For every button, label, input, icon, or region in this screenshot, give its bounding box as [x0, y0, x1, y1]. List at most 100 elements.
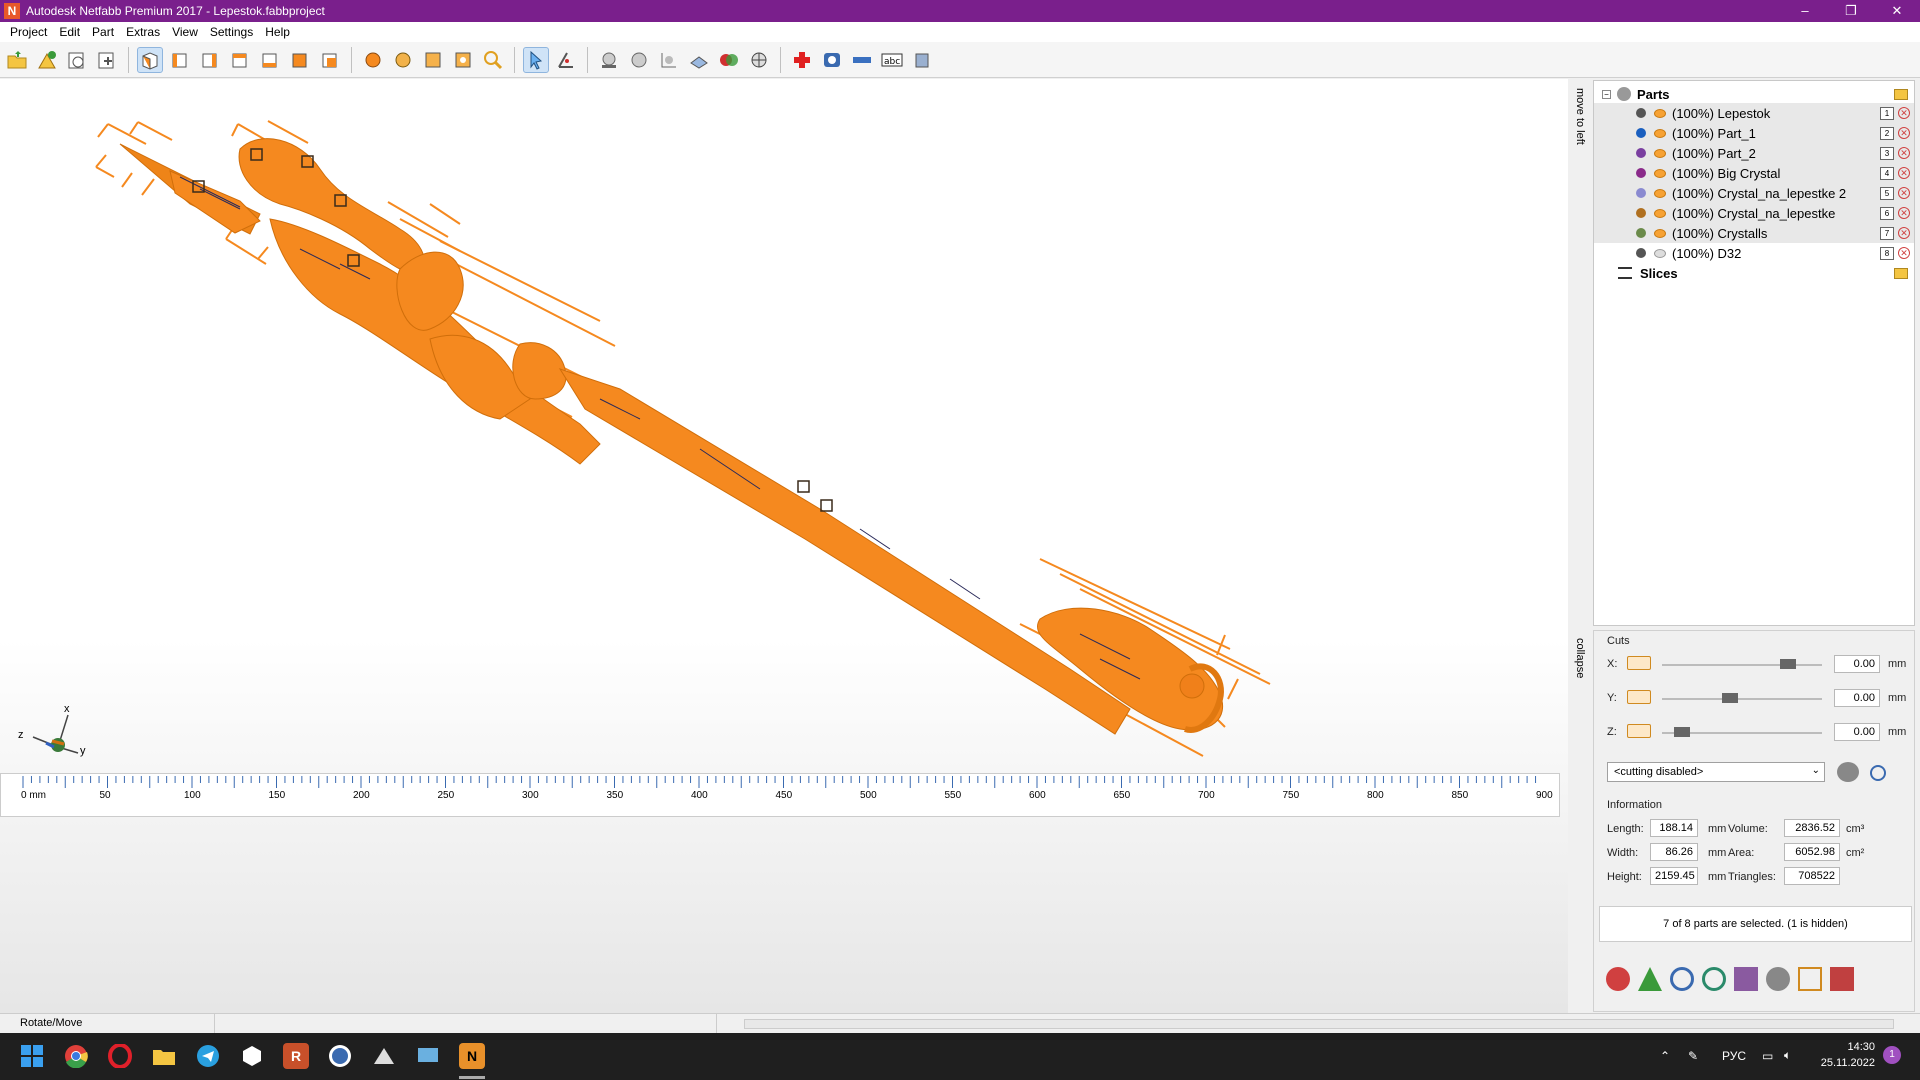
opera-icon[interactable] — [107, 1043, 133, 1069]
visibility-eye-icon[interactable] — [1654, 228, 1666, 238]
part-row-crystalls[interactable]: (100%) Crystalls 7 ✕ — [1594, 223, 1914, 243]
disk-tool-icon[interactable] — [1766, 967, 1790, 991]
part-row-crystal-na-lepestke-2[interactable]: (100%) Crystal_na_lepestke 2 5 ✕ — [1594, 183, 1914, 203]
menu-help[interactable]: Help — [259, 25, 296, 39]
measure-icon[interactable] — [553, 47, 579, 73]
telegram-icon[interactable] — [195, 1043, 221, 1069]
remove-part-icon[interactable]: ✕ — [1898, 127, 1910, 139]
cut-x-slider-track[interactable] — [1662, 664, 1822, 666]
menu-view[interactable]: View — [166, 25, 204, 39]
visibility-eye-icon[interactable] — [1654, 188, 1666, 198]
menu-settings[interactable]: Settings — [204, 25, 259, 39]
restore-button[interactable]: ❐ — [1828, 0, 1874, 22]
label-text-icon[interactable]: abc — [879, 47, 905, 73]
pen-icon[interactable]: ✎ — [1688, 1049, 1698, 1063]
slices-node[interactable]: Slices — [1618, 263, 1912, 283]
shading-icon[interactable] — [596, 47, 622, 73]
repair-tool-icon[interactable] — [1606, 967, 1630, 991]
w-app-icon[interactable] — [327, 1043, 353, 1069]
zoom-all-icon[interactable] — [420, 47, 446, 73]
select-cursor-icon[interactable] — [523, 46, 549, 73]
cut-y-toggle[interactable] — [1627, 690, 1651, 704]
tray-chevron-icon[interactable]: ⌃ — [1660, 1049, 1670, 1063]
cut-y-slider-track[interactable] — [1662, 698, 1822, 700]
part-row-part1[interactable]: (100%) Part_1 2 ✕ — [1594, 123, 1914, 143]
cut-x-value[interactable]: 0.00 — [1834, 655, 1880, 673]
remove-part-icon[interactable]: ✕ — [1898, 107, 1910, 119]
light-icon[interactable] — [626, 47, 652, 73]
move-to-left-tab[interactable]: move to left — [1571, 80, 1589, 620]
part-row-big-crystal[interactable]: (100%) Big Crystal 4 ✕ — [1594, 163, 1914, 183]
visibility-eye-icon[interactable] — [1654, 168, 1666, 178]
part-row-lepestok[interactable]: (100%) Lepestok 1 ✕ — [1594, 103, 1914, 123]
visibility-eye-icon[interactable] — [1654, 128, 1666, 138]
zoom-icon[interactable] — [480, 47, 506, 73]
view-perspective-icon[interactable] — [137, 46, 163, 73]
slices-folder-icon[interactable] — [1894, 267, 1908, 279]
network-icon[interactable]: ▭ — [1762, 1049, 1773, 1063]
notification-badge[interactable]: 1 — [1883, 1046, 1901, 1064]
reset-cut-icon[interactable] — [1870, 765, 1886, 781]
close-button[interactable]: ✕ — [1874, 0, 1920, 22]
sphere-view-icon[interactable] — [746, 47, 772, 73]
desktop-app-icon[interactable] — [415, 1043, 441, 1069]
collapse-tree-icon[interactable]: − — [1602, 89, 1611, 99]
cut-z-slider-thumb[interactable] — [1673, 727, 1690, 737]
remove-part-icon[interactable]: ✕ — [1898, 187, 1910, 199]
remove-part-icon[interactable]: ✕ — [1898, 227, 1910, 239]
app-3d-icon[interactable] — [239, 1043, 265, 1069]
remove-part-icon[interactable]: ✕ — [1898, 207, 1910, 219]
view-top-icon[interactable] — [287, 47, 313, 73]
3d-viewport[interactable]: x z y 0 mm 50 100 150 200 250 300 350 400 450 500… — [0, 79, 1568, 1013]
ruler-icon[interactable] — [849, 47, 875, 73]
clock-date[interactable]: 25.11.2022 — [1815, 1057, 1875, 1069]
add-part-icon[interactable] — [34, 47, 60, 73]
grid-icon[interactable] — [656, 47, 682, 73]
color-mode-icon[interactable] — [716, 47, 742, 73]
parts-root-node[interactable]: − Parts — [1602, 84, 1912, 104]
netfabb-taskbar-icon[interactable]: N — [459, 1043, 485, 1069]
parts-folder-icon[interactable] — [1894, 88, 1908, 100]
menu-edit[interactable]: Edit — [53, 25, 86, 39]
box-tool-icon[interactable] — [1734, 967, 1758, 991]
chrome-icon[interactable] — [63, 1043, 89, 1069]
r-app-icon[interactable]: R — [283, 1043, 309, 1069]
cut-x-toggle[interactable] — [1627, 656, 1651, 670]
refresh-tool-icon[interactable] — [1670, 967, 1694, 991]
windows-start-icon[interactable] — [19, 1043, 45, 1069]
hidden-eye-icon[interactable] — [1654, 248, 1666, 258]
warning-tool-icon[interactable] — [1638, 967, 1662, 991]
rotate-view-icon[interactable] — [360, 47, 386, 73]
platform-icon[interactable] — [686, 47, 712, 73]
repair-icon[interactable] — [789, 47, 815, 73]
minimize-button[interactable]: – — [1782, 0, 1828, 22]
grid-tool-icon[interactable] — [1830, 967, 1854, 991]
collapse-tab[interactable]: collapse — [1571, 630, 1589, 1012]
cut-z-value[interactable]: 0.00 — [1834, 723, 1880, 741]
sync-tool-icon[interactable] — [1702, 967, 1726, 991]
view-right-icon[interactable] — [257, 47, 283, 73]
open-project-icon[interactable] — [4, 47, 30, 73]
menu-project[interactable]: Project — [4, 25, 53, 39]
menu-part[interactable]: Part — [86, 25, 120, 39]
view-front-icon[interactable] — [167, 47, 193, 73]
menu-extras[interactable]: Extras — [120, 25, 166, 39]
cut-x-slider-thumb[interactable] — [1780, 659, 1797, 669]
volume-icon[interactable]: 🔈︎ — [1784, 1048, 1791, 1063]
frame-tool-icon[interactable] — [1798, 967, 1822, 991]
cut-y-slider-thumb[interactable] — [1722, 693, 1739, 703]
zbrush-icon[interactable] — [371, 1043, 397, 1069]
remove-part-icon[interactable]: ✕ — [1898, 167, 1910, 179]
part-row-crystal-na-lepestke[interactable]: (100%) Crystal_na_lepestke 6 ✕ — [1594, 203, 1914, 223]
new-project-icon[interactable] — [94, 47, 120, 73]
visibility-eye-icon[interactable] — [1654, 208, 1666, 218]
part-row-d32[interactable]: (100%) D32 8 ✕ — [1594, 243, 1914, 263]
remove-part-icon[interactable]: ✕ — [1898, 247, 1910, 259]
view-back-icon[interactable] — [197, 47, 223, 73]
visibility-eye-icon[interactable] — [1654, 108, 1666, 118]
cutting-mode-select[interactable]: <cutting disabled> ⌄ — [1607, 762, 1825, 782]
analysis-icon[interactable] — [819, 47, 845, 73]
language-indicator[interactable]: РУС — [1722, 1049, 1746, 1063]
cut-z-toggle[interactable] — [1627, 724, 1651, 738]
view-bottom-icon[interactable] — [317, 47, 343, 73]
